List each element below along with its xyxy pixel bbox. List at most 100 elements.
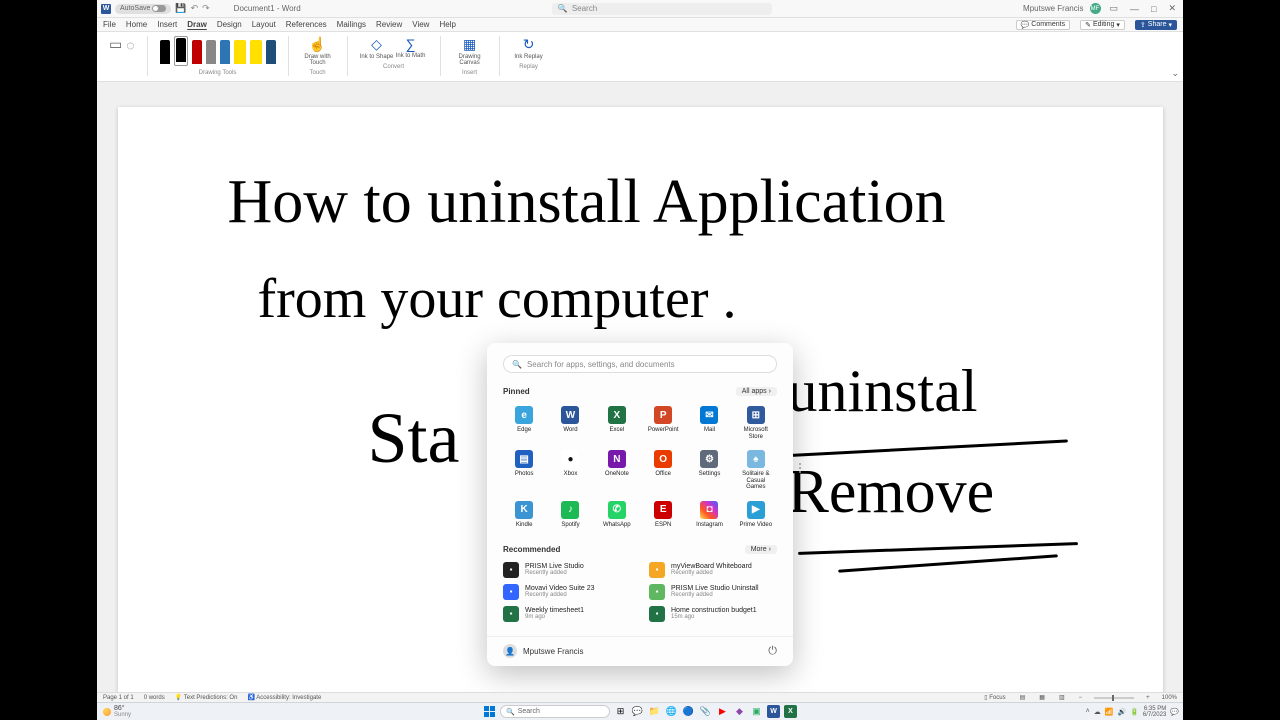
power-button-icon[interactable]: ⏻ bbox=[768, 645, 777, 658]
ink-replay[interactable]: ↻Ink Replay bbox=[512, 36, 546, 60]
tray-battery-icon[interactable]: 🔋 bbox=[1130, 708, 1139, 716]
start-user-button[interactable]: 👤 Mputswe Francis bbox=[503, 644, 583, 658]
taskbar-app-2-icon[interactable]: ▣ bbox=[750, 705, 763, 718]
pinned-app-kindle[interactable]: KKindle bbox=[503, 499, 545, 531]
tab-design[interactable]: Design bbox=[217, 20, 242, 29]
editing-button[interactable]: ✎ Editing ▾ bbox=[1080, 20, 1125, 30]
taskbar-app-1-icon[interactable]: ◆ bbox=[733, 705, 746, 718]
taskbar-search[interactable]: 🔍Search bbox=[500, 705, 610, 718]
tab-file[interactable]: File bbox=[103, 20, 116, 29]
word-count[interactable]: 0 words bbox=[144, 695, 165, 701]
taskbar-chat-icon[interactable]: 💬 bbox=[631, 705, 644, 718]
close-icon[interactable]: ✕ bbox=[1165, 3, 1179, 14]
tray-wifi-icon[interactable]: 📶 bbox=[1105, 708, 1114, 716]
pen-gray[interactable] bbox=[206, 40, 216, 66]
text-predictions[interactable]: 💡 Text Predictions: On bbox=[175, 694, 238, 701]
tray-volume-icon[interactable]: 🔊 bbox=[1117, 708, 1126, 716]
scroll-indicator[interactable] bbox=[799, 463, 801, 473]
tray-chevron-icon[interactable]: ˄ bbox=[1086, 708, 1090, 715]
pen-blue[interactable] bbox=[220, 40, 230, 66]
tab-view[interactable]: View bbox=[412, 20, 429, 29]
tab-review[interactable]: Review bbox=[376, 20, 402, 29]
pen-red[interactable] bbox=[192, 40, 202, 66]
pinned-app-mail[interactable]: ✉Mail bbox=[688, 404, 730, 442]
pinned-app-powerpoint[interactable]: PPowerPoint bbox=[642, 404, 684, 442]
pinned-app-spotify[interactable]: ♪Spotify bbox=[549, 499, 591, 531]
pinned-app-espn[interactable]: EESPN bbox=[642, 499, 684, 531]
pinned-app-edge[interactable]: eEdge bbox=[503, 404, 545, 442]
taskbar-office-icon[interactable]: 📎 bbox=[699, 705, 712, 718]
highlighter-yellow[interactable] bbox=[234, 40, 246, 66]
zoom-level[interactable]: 100% bbox=[1162, 695, 1177, 701]
tray-onedrive-icon[interactable]: ☁ bbox=[1094, 708, 1101, 716]
pinned-app-microsoft-store[interactable]: ⊞Microsoft Store bbox=[735, 404, 777, 442]
accessibility-status[interactable]: ♿ Accessibility: Investigate bbox=[247, 694, 321, 701]
taskbar-edge-icon[interactable]: 🌐 bbox=[665, 705, 678, 718]
maximize-icon[interactable]: □ bbox=[1148, 4, 1159, 14]
start-button[interactable] bbox=[483, 705, 496, 718]
pinned-app-instagram[interactable]: ◘Instagram bbox=[688, 499, 730, 531]
document-name[interactable]: Document1 - Word bbox=[234, 4, 301, 13]
pinned-app-solitaire-casual-games[interactable]: ♠Solitaire & Casual Games bbox=[735, 448, 777, 493]
tab-layout[interactable]: Layout bbox=[252, 20, 276, 29]
tab-draw[interactable]: Draw bbox=[187, 20, 207, 29]
ink-to-math[interactable]: ∑Ink to Math bbox=[394, 36, 428, 60]
zoom-out-icon[interactable]: − bbox=[1077, 695, 1085, 701]
zoom-in-icon[interactable]: + bbox=[1144, 695, 1152, 701]
tab-help[interactable]: Help bbox=[439, 20, 455, 29]
zoom-slider[interactable] bbox=[1094, 697, 1134, 699]
recommended-item[interactable]: ▪Weekly timesheet19m ago bbox=[503, 606, 631, 622]
pinned-app-excel[interactable]: XExcel bbox=[596, 404, 638, 442]
pinned-app-photos[interactable]: ▤Photos bbox=[503, 448, 545, 493]
recommended-item[interactable]: ▪myViewBoard WhiteboardRecently added bbox=[649, 562, 777, 578]
minimize-icon[interactable]: — bbox=[1127, 4, 1142, 14]
page-count[interactable]: Page 1 of 1 bbox=[103, 695, 134, 701]
taskbar-excel-icon[interactable]: X bbox=[784, 705, 797, 718]
redo-icon[interactable]: ↷ bbox=[202, 3, 210, 14]
more-button[interactable]: More › bbox=[745, 545, 777, 554]
view-web-icon[interactable]: ▥ bbox=[1057, 694, 1067, 701]
view-print-icon[interactable]: ▦ bbox=[1037, 694, 1047, 701]
pen-black-thin[interactable] bbox=[160, 40, 170, 66]
pinned-app-office[interactable]: OOffice bbox=[642, 448, 684, 493]
user-avatar[interactable]: MF bbox=[1090, 3, 1101, 14]
taskbar-word-icon[interactable]: W bbox=[767, 705, 780, 718]
tab-references[interactable]: References bbox=[286, 20, 327, 29]
pinned-app-prime-video[interactable]: ▶Prime Video bbox=[735, 499, 777, 531]
tab-insert[interactable]: Insert bbox=[157, 20, 177, 29]
collapse-ribbon-icon[interactable]: ⌄ bbox=[1171, 68, 1179, 79]
title-search[interactable]: 🔍 Search bbox=[552, 3, 772, 15]
share-button[interactable]: ⇪ Share ▾ bbox=[1135, 20, 1177, 30]
taskbar-explorer-icon[interactable]: 📁 bbox=[648, 705, 661, 718]
pen-darkblue[interactable] bbox=[266, 40, 276, 66]
tray-clock[interactable]: 6:35 PM 6/7/2023 bbox=[1143, 706, 1166, 718]
task-view-icon[interactable]: ⊞ bbox=[614, 705, 627, 718]
all-apps-button[interactable]: All apps › bbox=[736, 387, 777, 396]
select-tool-icon[interactable]: ▭ bbox=[109, 36, 122, 53]
recommended-item[interactable]: ▪PRISM Live StudioRecently added bbox=[503, 562, 631, 578]
tray-notifications-icon[interactable]: 💬 bbox=[1170, 708, 1179, 716]
start-search-input[interactable]: 🔍 Search for apps, settings, and documen… bbox=[503, 355, 777, 373]
pinned-app-whatsapp[interactable]: ✆WhatsApp bbox=[596, 499, 638, 531]
undo-icon[interactable]: ↶ bbox=[191, 3, 199, 14]
taskbar-chrome-icon[interactable]: 🔵 bbox=[682, 705, 695, 718]
recommended-item[interactable]: ▪PRISM Live Studio UninstallRecently add… bbox=[649, 584, 777, 600]
pinned-app-xbox[interactable]: ●Xbox bbox=[549, 448, 591, 493]
autosave-toggle[interactable]: AutoSave bbox=[115, 4, 171, 14]
ribbon-display-icon[interactable]: ▭ bbox=[1107, 3, 1122, 14]
save-icon[interactable]: 💾 bbox=[175, 3, 186, 14]
view-read-icon[interactable]: ▤ bbox=[1018, 694, 1028, 701]
tab-mailings[interactable]: Mailings bbox=[337, 20, 366, 29]
pen-black[interactable] bbox=[174, 36, 188, 66]
comments-button[interactable]: 💬 Comments bbox=[1016, 20, 1071, 30]
recommended-item[interactable]: ▪Movavi Video Suite 23Recently added bbox=[503, 584, 631, 600]
focus-mode[interactable]: ▯ Focus bbox=[982, 694, 1007, 701]
pinned-app-onenote[interactable]: NOneNote bbox=[596, 448, 638, 493]
tab-home[interactable]: Home bbox=[126, 20, 147, 29]
pinned-app-word[interactable]: WWord bbox=[549, 404, 591, 442]
taskbar-youtube-icon[interactable]: ▶ bbox=[716, 705, 729, 718]
weather-widget[interactable]: 86° Sunny bbox=[97, 705, 137, 718]
pinned-app-settings[interactable]: ⚙Settings bbox=[688, 448, 730, 493]
ink-to-shape[interactable]: ◇Ink to Shape bbox=[360, 36, 394, 60]
highlighter-yellow-2[interactable] bbox=[250, 40, 262, 66]
